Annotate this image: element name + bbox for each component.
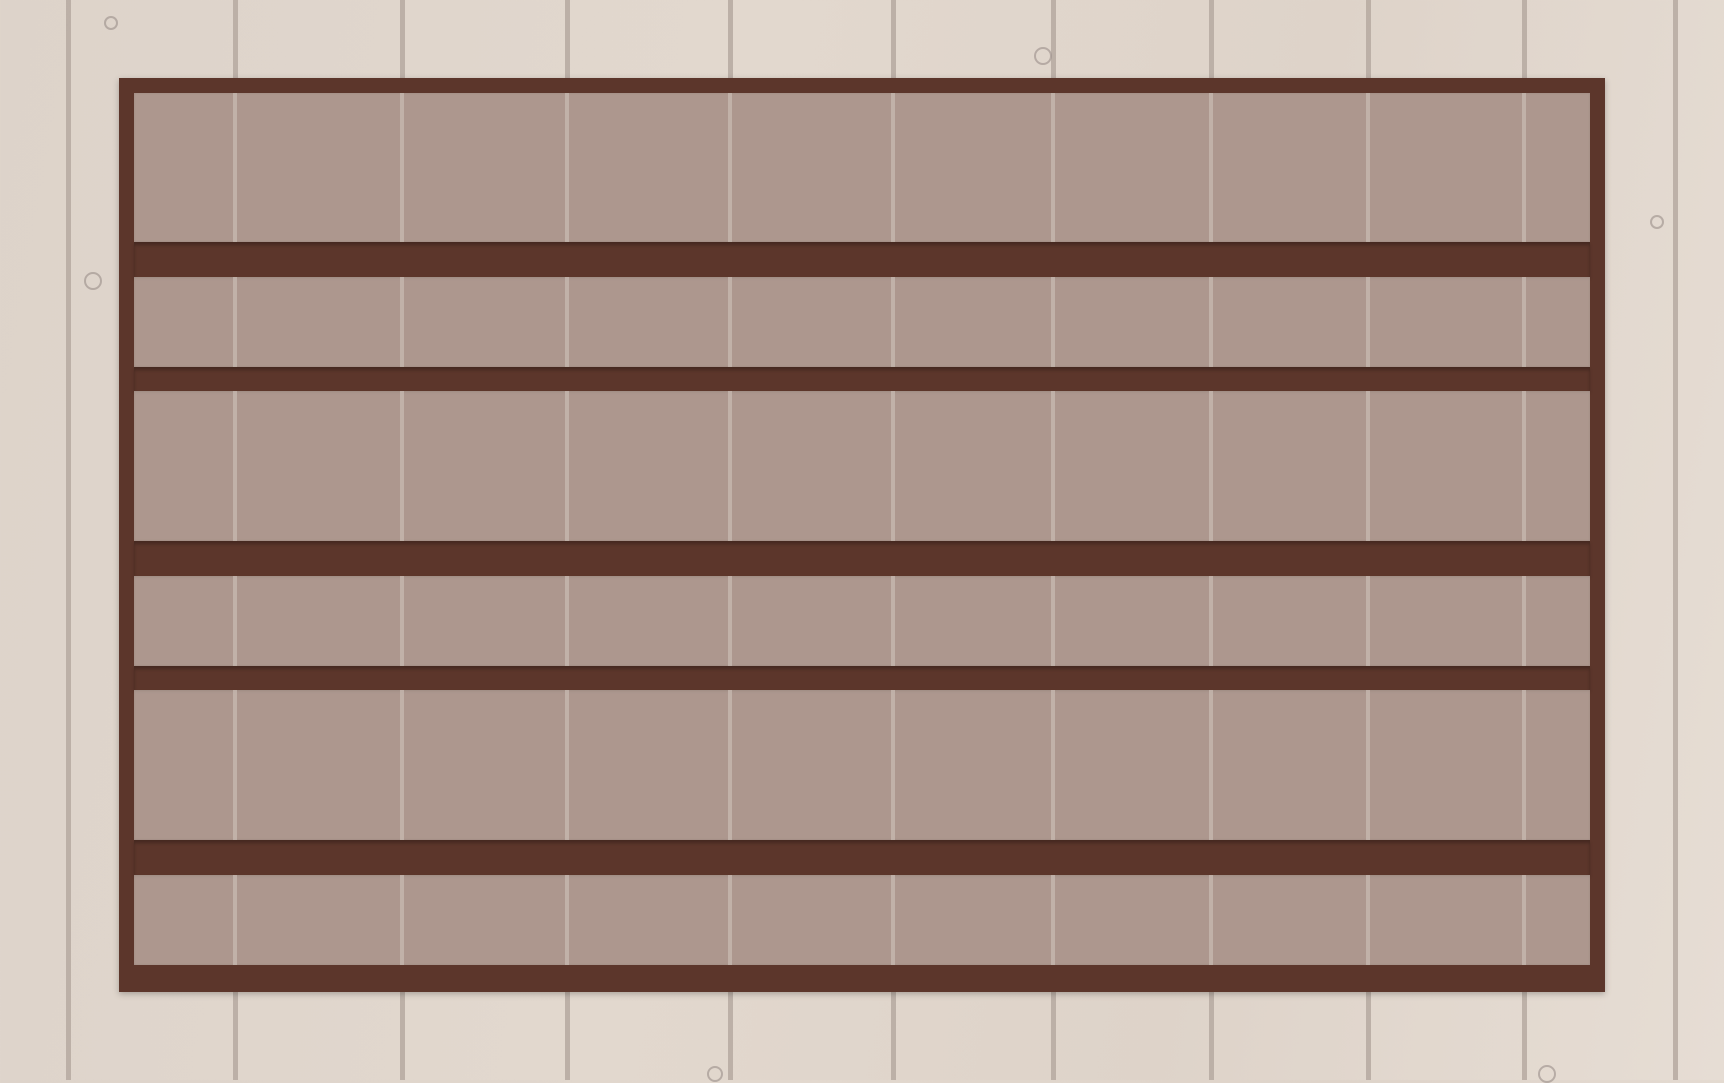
plank-seam [1522, 391, 1526, 541]
plank-seam [233, 93, 237, 242]
plank-seam [1366, 93, 1370, 242]
plank-seam [1051, 690, 1055, 840]
wood-knot [84, 272, 102, 290]
plank-seam [891, 391, 895, 541]
plank-seam [1209, 277, 1213, 367]
shelf-board-5 [134, 840, 1590, 875]
shelf-compartment-4[interactable] [134, 576, 1590, 666]
plank-seam [1051, 875, 1055, 965]
shelf-board-1 [134, 242, 1590, 277]
plank-seam [565, 391, 569, 541]
shelf-board-2 [134, 367, 1590, 391]
plank-seam [1522, 576, 1526, 666]
plank-seam [1366, 576, 1370, 666]
plank-seam [565, 875, 569, 965]
plank-seam [891, 93, 895, 242]
plank-seam [1051, 576, 1055, 666]
plank-seam [233, 690, 237, 840]
plank-seam [1522, 690, 1526, 840]
plank-seam [1209, 391, 1213, 541]
plank-seam [400, 93, 404, 242]
plank-seam [728, 93, 732, 242]
plank-seam [1366, 277, 1370, 367]
plank-seam [233, 391, 237, 541]
plank-seam [728, 690, 732, 840]
shelf-compartment-1[interactable] [134, 93, 1590, 242]
plank-seam [400, 690, 404, 840]
wood-knot [1650, 215, 1664, 229]
plank-seam [728, 277, 732, 367]
shelf-compartment-5[interactable] [134, 690, 1590, 840]
plank-seam [1522, 277, 1526, 367]
shelf-compartment-6[interactable] [134, 875, 1590, 965]
shelf-board-3 [134, 541, 1590, 576]
plank-seam [728, 391, 732, 541]
plank-seam [1522, 875, 1526, 965]
wood-knot [104, 16, 118, 30]
plank-seam [891, 277, 895, 367]
plank-seam [1522, 93, 1526, 242]
plank-seam [1051, 93, 1055, 242]
plank-seam [565, 576, 569, 666]
plank-seam [1366, 875, 1370, 965]
plank-seam [1209, 93, 1213, 242]
plank-seam [891, 875, 895, 965]
shelf-board-4 [134, 666, 1590, 690]
plank-seam [1209, 576, 1213, 666]
plank-seam [1209, 875, 1213, 965]
plank-seam [891, 690, 895, 840]
plank-seam [400, 576, 404, 666]
plank-seam [891, 576, 895, 666]
plank-seam [1673, 0, 1678, 1080]
plank-seam [1051, 277, 1055, 367]
plank-seam [400, 277, 404, 367]
plank-seam [233, 875, 237, 965]
shelf-compartment-2[interactable] [134, 277, 1590, 367]
plank-seam [1209, 690, 1213, 840]
plank-seam [1366, 391, 1370, 541]
plank-seam [565, 690, 569, 840]
plank-seam [233, 576, 237, 666]
wood-knot [1034, 47, 1052, 65]
shelf-frame [119, 78, 1605, 992]
plank-seam [233, 277, 237, 367]
plank-seam [400, 391, 404, 541]
plank-seam [1366, 690, 1370, 840]
plank-seam [400, 875, 404, 965]
wood-knot [1538, 1065, 1556, 1083]
plank-seam [66, 0, 71, 1080]
plank-seam [728, 576, 732, 666]
plank-seam [565, 277, 569, 367]
plank-seam [565, 93, 569, 242]
plank-seam [728, 875, 732, 965]
shelf-compartment-3[interactable] [134, 391, 1590, 541]
plank-seam [1051, 391, 1055, 541]
